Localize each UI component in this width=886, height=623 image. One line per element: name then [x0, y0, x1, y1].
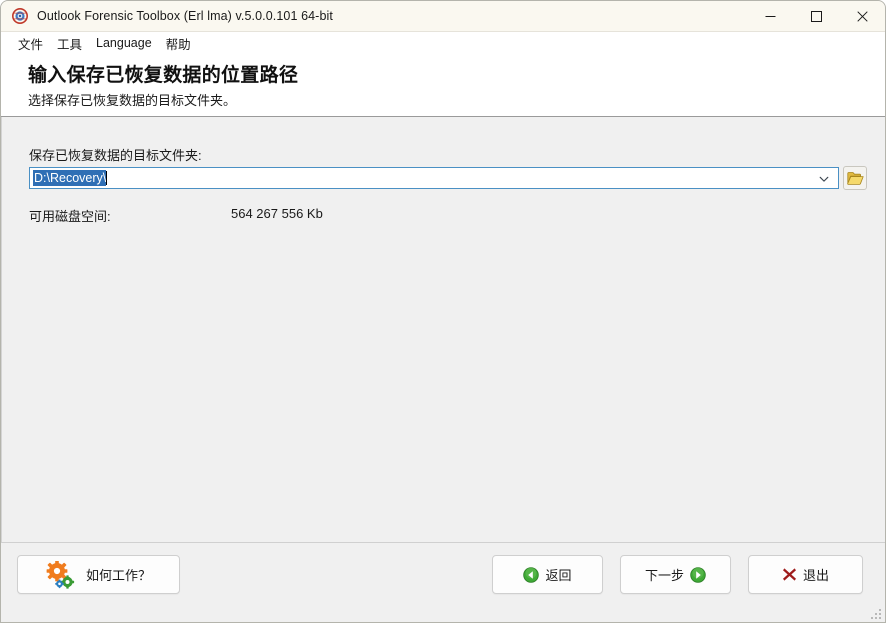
cross-icon: [782, 567, 797, 582]
exit-label: 退出: [802, 568, 829, 583]
browse-folder-button[interactable]: [843, 166, 867, 190]
how-it-works-button[interactable]: 如何工作？: [17, 555, 180, 594]
destination-folder-label: 保存已恢复数据的目标文件夹:: [29, 148, 202, 163]
content-area: 保存已恢复数据的目标文件夹: D:\Recovery\ 可用磁盘空间: 564 …: [1, 117, 885, 542]
resize-grip[interactable]: [869, 607, 883, 621]
available-disk-space-value: 564 267 556 Kb: [231, 206, 323, 221]
page-title: 输入保存已恢复数据的位置路径: [28, 65, 299, 86]
minimize-icon: [765, 15, 775, 17]
available-disk-space-label: 可用磁盘空间:: [29, 209, 111, 224]
window-title: Outlook Forensic Toolbox (Erl lma) v.5.0…: [37, 9, 333, 23]
arrow-right-circle-icon: [690, 566, 706, 583]
how-it-works-label: 如何工作？: [85, 568, 151, 583]
outlook-target-icon: [12, 8, 28, 24]
next-button[interactable]: 下一步: [620, 555, 731, 594]
text-caret: [106, 171, 108, 185]
menu-help[interactable]: 帮助: [159, 32, 198, 55]
exit-button[interactable]: 退出: [748, 555, 863, 594]
close-icon: [856, 10, 868, 22]
close-button[interactable]: [839, 1, 885, 32]
menu-bar: 文件 工具 Language 帮助: [1, 32, 885, 54]
page-header: 输入保存已恢复数据的位置路径 选择保存已恢复数据的目标文件夹。: [1, 54, 885, 117]
next-label: 下一步: [644, 568, 684, 583]
destination-folder-combobox[interactable]: D:\Recovery\: [29, 167, 839, 189]
minimize-button[interactable]: [747, 1, 793, 32]
folder-open-icon: [846, 171, 864, 185]
chevron-down-icon[interactable]: [818, 172, 830, 184]
page-subtitle: 选择保存已恢复数据的目标文件夹。: [28, 93, 237, 108]
back-label: 返回: [545, 568, 572, 583]
title-bar: Outlook Forensic Toolbox (Erl lma) v.5.0…: [1, 1, 885, 32]
maximize-icon: [810, 10, 822, 22]
button-bar: 如何工作？ 返回 下一步 退出: [1, 542, 885, 622]
destination-folder-input[interactable]: D:\Recovery\: [33, 170, 107, 186]
gears-icon: [46, 560, 78, 589]
back-button[interactable]: 返回: [492, 555, 603, 594]
menu-file[interactable]: 文件: [11, 32, 50, 55]
menu-language[interactable]: Language: [89, 34, 159, 52]
menu-tools[interactable]: 工具: [50, 32, 89, 55]
arrow-left-circle-icon: [523, 566, 540, 583]
maximize-button[interactable]: [793, 1, 839, 32]
application-window: Outlook Forensic Toolbox (Erl lma) v.5.0…: [0, 0, 886, 623]
